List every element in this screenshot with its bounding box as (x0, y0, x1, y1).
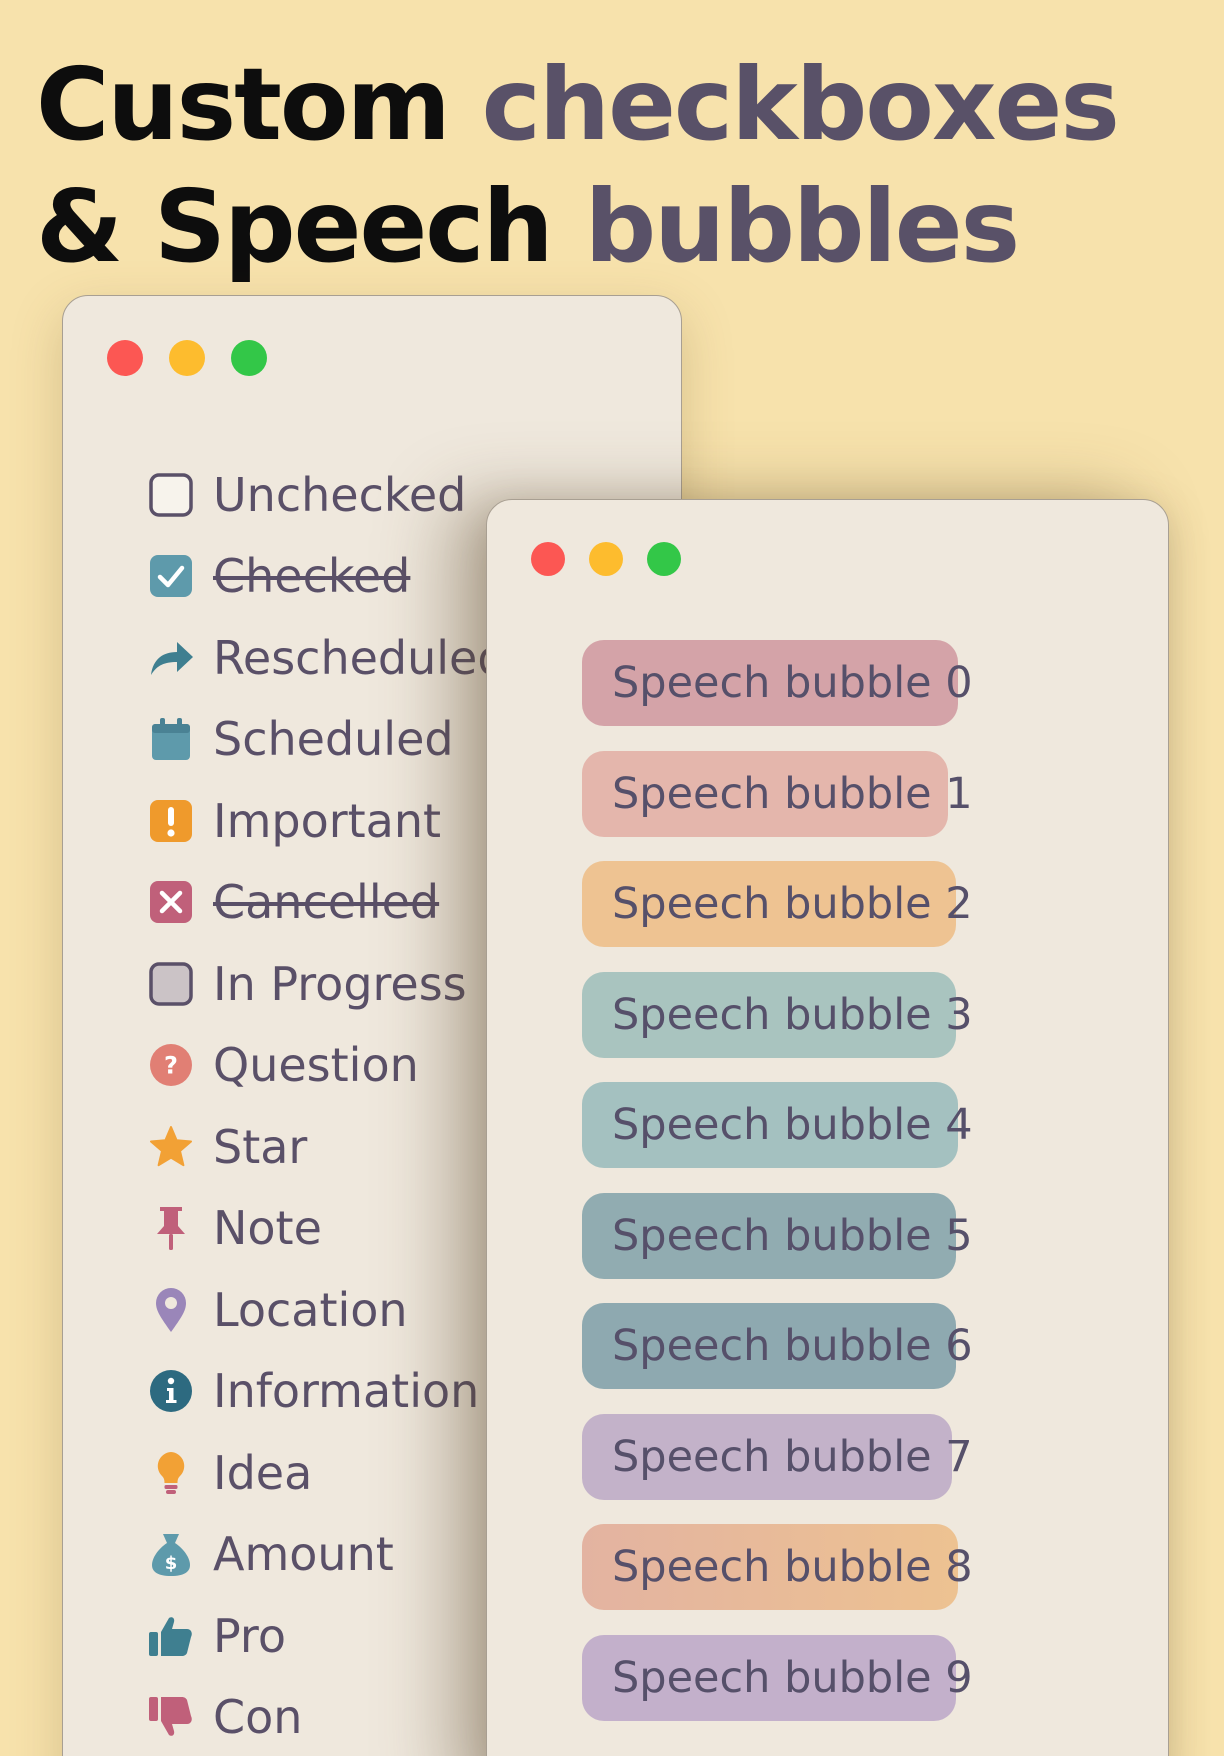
svg-text:?: ? (164, 1052, 178, 1080)
checkbox-item-label: Information (213, 1364, 480, 1419)
checkbox-item-location[interactable]: Location (145, 1269, 507, 1351)
checkbox-item-idea[interactable]: Idea (145, 1432, 507, 1514)
empty-checkbox-icon[interactable] (145, 469, 197, 521)
speech-bubble-9: Speech bubble 9 (582, 1634, 973, 1721)
speech-bubble-3: Speech bubble 3 (582, 971, 973, 1058)
close-window-button[interactable] (531, 542, 565, 576)
headline: Custom checkboxes & Speech bubbles (36, 44, 1120, 288)
thumbs-up-icon[interactable] (145, 1610, 197, 1662)
checkbox-item-label: In Progress (213, 956, 467, 1011)
speech-bubble-2: Speech bubble 2 (582, 861, 973, 947)
maximize-window-button[interactable] (647, 542, 681, 576)
window-controls (531, 542, 681, 576)
svg-text:$: $ (165, 1553, 178, 1574)
checkbox-item-label: Location (213, 1282, 408, 1337)
checkbox-item-unchecked[interactable]: Unchecked (145, 454, 507, 536)
star-icon[interactable] (145, 1121, 197, 1173)
exclamation-icon[interactable] (145, 795, 197, 847)
x-box-icon[interactable] (145, 876, 197, 928)
speech-bubble-list: Speech bubble 0 Speech bubble 1 Speech bub… (582, 640, 973, 1745)
checkbox-item-label: Cancelled (213, 875, 440, 930)
in-progress-checkbox-icon[interactable] (145, 958, 197, 1010)
window-controls (107, 340, 267, 376)
speech-bubble-6: Speech bubble 6 (582, 1303, 973, 1389)
close-window-button[interactable] (107, 340, 143, 376)
speech-bubble-1: Speech bubble 1 (582, 750, 973, 837)
checkbox-item-star[interactable]: Star (145, 1106, 507, 1188)
calendar-icon[interactable] (145, 713, 197, 765)
info-circle-icon[interactable] (145, 1365, 197, 1417)
checkbox-item-note[interactable]: Note (145, 1188, 507, 1270)
checkbox-item-label: Scheduled (213, 712, 454, 767)
checked-checkbox-icon[interactable] (145, 550, 197, 602)
headline-line2-word2: bubbles (584, 168, 1021, 285)
checkbox-item-pro[interactable]: Pro (145, 1595, 507, 1677)
headline-line1-word2: checkboxes (481, 46, 1120, 163)
maximize-window-button[interactable] (231, 340, 267, 376)
checkbox-item-rescheduled[interactable]: Rescheduled (145, 617, 507, 699)
checkbox-item-important[interactable]: Important (145, 780, 507, 862)
checkbox-item-checked[interactable]: Checked (145, 536, 507, 618)
checkbox-item-label: Important (213, 793, 442, 848)
checkbox-item-question[interactable]: ? Question (145, 1025, 507, 1107)
speech-bubble-5: Speech bubble 5 (582, 1192, 973, 1279)
headline-line2-word1: & Speech (36, 168, 554, 285)
checkbox-item-information[interactable]: Information (145, 1351, 507, 1433)
checkbox-item-label: Con (213, 1690, 303, 1745)
checkbox-item-label: Amount (213, 1527, 394, 1582)
checkbox-item-label: Pro (213, 1608, 286, 1663)
checkbox-item-amount[interactable]: $ Amount (145, 1514, 507, 1596)
minimize-window-button[interactable] (589, 542, 623, 576)
lightbulb-icon[interactable] (145, 1447, 197, 1499)
checkbox-item-label: Note (213, 1201, 322, 1256)
speech-bubble-7: Speech bubble 7 (582, 1413, 973, 1500)
speech-bubble-window: Speech bubble 0 Speech bubble 1 Speech bub… (486, 499, 1169, 1756)
money-bag-icon[interactable]: $ (145, 1528, 197, 1580)
checkbox-item-cancelled[interactable]: Cancelled (145, 862, 507, 944)
checkbox-item-label: Idea (213, 1445, 313, 1500)
checkbox-item-scheduled[interactable]: Scheduled (145, 699, 507, 781)
checkbox-item-in-progress[interactable]: In Progress (145, 943, 507, 1025)
speech-bubble-8: Speech bubble 8 (582, 1524, 973, 1610)
checkbox-item-con[interactable]: Con (145, 1677, 507, 1756)
checkbox-item-label: Question (213, 1038, 419, 1093)
checkbox-list: Unchecked Checked Rescheduled Scheduled Impo… (145, 454, 507, 1756)
headline-line1-word1: Custom (36, 46, 451, 163)
speech-bubble-4: Speech bubble 4 (582, 1082, 973, 1168)
location-pin-icon[interactable] (145, 1284, 197, 1336)
pin-icon[interactable] (145, 1202, 197, 1254)
speech-bubble-0: Speech bubble 0 (582, 640, 973, 726)
share-arrow-icon[interactable] (145, 632, 197, 684)
checkbox-item-label: Rescheduled (213, 630, 507, 685)
checkbox-item-label: Star (213, 1119, 308, 1174)
checkbox-item-label: Checked (213, 549, 411, 604)
minimize-window-button[interactable] (169, 340, 205, 376)
checkbox-item-label: Unchecked (213, 467, 467, 522)
question-circle-icon[interactable]: ? (145, 1039, 197, 1091)
thumbs-down-icon[interactable] (145, 1691, 197, 1743)
